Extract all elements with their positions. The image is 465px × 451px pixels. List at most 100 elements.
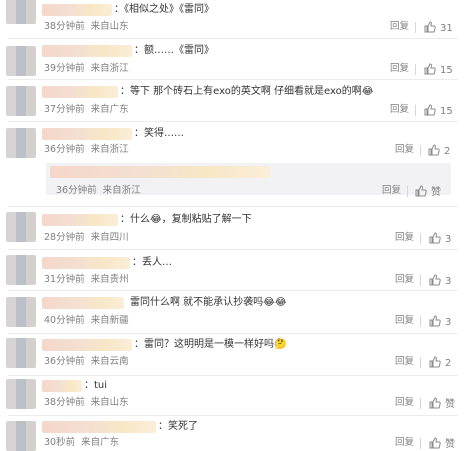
like-label: 赞	[445, 399, 455, 410]
comment-meta: 37分钟前 来自广东	[44, 104, 129, 116]
username-blurred[interactable]	[42, 214, 118, 226]
row-separator	[8, 249, 458, 250]
comment-list: ：《相似之处》《雷同》 38分钟前 来自山东 回复 31 ：额……《雷同》 39分…	[0, 0, 465, 451]
avatar[interactable]	[6, 421, 36, 451]
row-separator	[8, 121, 458, 122]
comment-time: 37分钟前	[44, 104, 85, 115]
like-button[interactable]: 赞	[415, 185, 441, 199]
comment-meta: 36分钟前 来自云南	[44, 356, 129, 368]
comment-meta: 36分钟前 来自浙江	[44, 144, 129, 156]
comment-text: ：笑死了	[158, 421, 198, 432]
comment-location: 来自山东	[90, 21, 129, 32]
reply-button[interactable]: 回复	[395, 397, 414, 409]
thumbs-up-icon	[429, 315, 441, 327]
like-count: 31	[440, 23, 453, 34]
reply-button[interactable]: 回复	[395, 232, 414, 244]
comment-meta: 30秒前 来自广东	[44, 437, 119, 449]
divider	[420, 398, 421, 409]
like-button[interactable]: 15	[424, 63, 453, 77]
comment-location: 来自云南	[90, 356, 129, 367]
username-blurred[interactable]	[42, 257, 130, 269]
sub-reply-meta: 36分钟前 来自浙江	[56, 185, 141, 197]
reply-button[interactable]: 回复	[382, 185, 401, 197]
thumbs-up-icon	[429, 232, 441, 244]
username-blurred[interactable]	[42, 86, 118, 98]
like-count: 15	[440, 65, 453, 76]
like-count: 3	[445, 317, 452, 328]
comment-text: ：《相似之处》《雷同》	[114, 4, 214, 15]
comment-text: ：丢人…	[132, 257, 172, 268]
like-count: 3	[445, 234, 452, 245]
comment-time: 30秒前	[44, 437, 76, 448]
thumbs-up-icon	[428, 144, 440, 156]
comment-time: 31分钟前	[44, 274, 85, 285]
reply-button[interactable]: 回复	[390, 21, 409, 33]
avatar[interactable]	[6, 297, 36, 327]
reply-button[interactable]: 回复	[390, 104, 409, 116]
comment-time: 36分钟前	[44, 356, 85, 367]
username-blurred[interactable]	[42, 297, 124, 309]
avatar[interactable]	[6, 128, 36, 158]
comment-location: 来自广东	[90, 104, 129, 115]
comment-time: 40分钟前	[44, 315, 85, 326]
like-button[interactable]: 31	[424, 21, 453, 35]
divider	[415, 64, 416, 75]
avatar[interactable]	[6, 46, 36, 76]
thumbs-up-icon	[429, 356, 441, 368]
avatar[interactable]	[6, 338, 36, 368]
like-button[interactable]: 2	[429, 356, 451, 370]
username-blurred[interactable]	[42, 421, 156, 433]
reply-button[interactable]: 回复	[395, 274, 414, 286]
like-count: 15	[440, 106, 453, 117]
row-separator	[8, 206, 458, 207]
comment-location: 来自贵州	[90, 274, 129, 285]
comment-time: 36分钟前	[56, 185, 97, 196]
avatar[interactable]	[6, 212, 36, 242]
thumbs-up-icon	[424, 104, 436, 116]
username-blurred[interactable]	[42, 45, 132, 57]
comment-time: 38分钟前	[44, 21, 85, 32]
like-button[interactable]: 赞	[429, 397, 455, 411]
comment-meta: 28分钟前 来自四川	[44, 232, 129, 244]
avatar[interactable]	[6, 0, 36, 24]
username-blurred[interactable]	[42, 380, 82, 392]
like-count: 2	[444, 146, 451, 157]
like-button[interactable]: 3	[429, 274, 451, 288]
divider	[420, 233, 421, 244]
like-button[interactable]: 赞	[429, 437, 455, 451]
comment-text: ：tui	[84, 380, 108, 391]
username-blurred[interactable]	[42, 128, 132, 140]
comment-location: 来自新疆	[90, 315, 129, 326]
thumbs-up-icon	[424, 63, 436, 75]
username-blurred[interactable]	[42, 4, 112, 16]
avatar[interactable]	[6, 255, 36, 285]
reply-button[interactable]: 回复	[395, 315, 414, 327]
comment-meta: 38分钟前 来自山东	[44, 397, 129, 409]
divider	[415, 105, 416, 116]
row-separator	[8, 415, 458, 416]
row-separator	[8, 375, 458, 376]
comment-location: 来自浙江	[90, 144, 129, 155]
thumbs-up-icon	[429, 274, 441, 286]
like-count: 3	[445, 276, 452, 287]
comment-location: 来自浙江	[102, 185, 141, 196]
comment-location: 来自四川	[90, 232, 129, 243]
username-blurred[interactable]	[50, 166, 270, 178]
like-button[interactable]: 15	[424, 104, 453, 118]
like-label: 赞	[445, 439, 455, 450]
like-button[interactable]: 2	[428, 144, 450, 158]
avatar[interactable]	[6, 86, 36, 116]
row-separator	[8, 333, 458, 334]
like-label: 赞	[431, 187, 441, 198]
thumbs-up-icon	[424, 21, 436, 33]
comment-time: 38分钟前	[44, 397, 85, 408]
username-blurred[interactable]	[42, 339, 132, 351]
reply-button[interactable]: 回复	[395, 144, 414, 156]
divider	[407, 186, 408, 197]
like-button[interactable]: 3	[429, 232, 451, 246]
reply-button[interactable]: 回复	[395, 437, 414, 449]
like-button[interactable]: 3	[429, 315, 451, 329]
avatar[interactable]	[6, 379, 36, 409]
reply-button[interactable]: 回复	[395, 356, 414, 368]
reply-button[interactable]: 回复	[390, 63, 409, 75]
